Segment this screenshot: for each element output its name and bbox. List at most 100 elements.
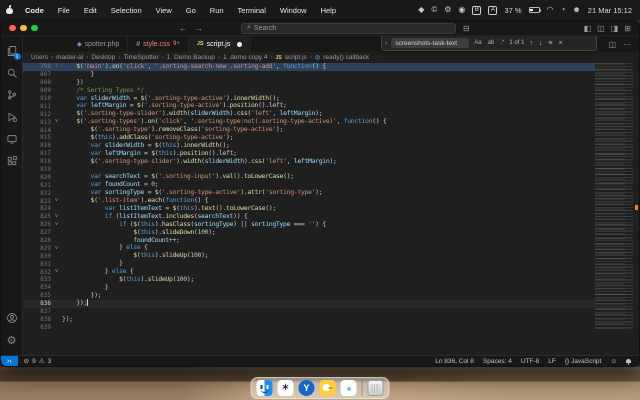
minimap[interactable] [595, 63, 633, 329]
indentation[interactable]: Spaces: 4 [483, 358, 512, 365]
dock-y-app-icon[interactable]: Y [299, 380, 315, 396]
more-actions-icon[interactable]: ⋯ [623, 40, 631, 49]
code-line-827[interactable]: 827 $(this).slideDown(100); [23, 229, 595, 237]
menu-view[interactable]: View [149, 6, 179, 15]
menu-window[interactable]: Window [273, 6, 314, 15]
breadcrumb-item[interactable]: TimeSpotter [123, 54, 158, 61]
split-editor-icon[interactable]: ◫ [608, 40, 616, 49]
code-line-828[interactable]: 828 foundCount++; [23, 237, 595, 245]
account-icon[interactable] [3, 307, 21, 329]
find-input[interactable] [391, 38, 469, 48]
menu-edit[interactable]: Edit [77, 6, 104, 15]
tab-script.js[interactable]: JSscript.js [189, 36, 251, 52]
breadcrumb-item[interactable]: Users [31, 54, 48, 61]
code-line-819[interactable]: 819 [23, 166, 595, 174]
code-line-818[interactable]: 818 $('.sorting-type-slider').width(slid… [23, 158, 595, 166]
code-line-815[interactable]: 815 $(this).addClass('sorting-type-activ… [23, 134, 595, 142]
minimize-window-button[interactable] [20, 25, 27, 32]
breadcrumb-item[interactable]: Desktop [91, 54, 115, 61]
fold-icon[interactable]: ∨ [51, 246, 62, 252]
close-find-icon[interactable]: × [558, 40, 564, 47]
menubar-app-icon-4[interactable]: ◉ [458, 6, 465, 14]
fold-icon[interactable]: ∨ [51, 214, 62, 220]
user-menu-icon[interactable]: ☻ [572, 6, 580, 14]
code-line-820[interactable]: 820 var searchText = $('.sorting-input')… [23, 173, 595, 181]
dock-finder-icon[interactable] [257, 380, 273, 396]
code-line-810[interactable]: 810 var sliderWidth = $('.sorting-type-a… [23, 95, 595, 103]
menu-code[interactable]: Code [18, 6, 51, 15]
encoding[interactable]: UTF-8 [521, 358, 539, 365]
back-icon[interactable]: ← [179, 24, 187, 33]
code-editor[interactable]: 798› $('main').on('click', '.sorting-sea… [23, 63, 639, 355]
code-line-821[interactable]: 821 var foundCount = 0; [23, 181, 595, 189]
menubar-app-icon-1[interactable]: ◆ [418, 6, 424, 14]
menu-selection[interactable]: Selection [104, 6, 149, 15]
menu-run[interactable]: Run [203, 6, 231, 15]
apple-menu[interactable] [0, 6, 18, 14]
feedback-icon[interactable]: ☺ [610, 358, 617, 365]
sidebar-item-extensions[interactable] [3, 150, 21, 172]
code-line-832[interactable]: 832∨ } else { [23, 268, 595, 276]
sidebar-item-run-debug[interactable] [3, 106, 21, 128]
cursor-position[interactable]: Ln 836, Col 8 [435, 358, 474, 365]
code-line-829[interactable]: 829∨ } else { [23, 244, 595, 252]
code-line-812[interactable]: 812 $('.sorting-type-slider').width(slid… [23, 110, 595, 118]
dock-chatgpt-icon[interactable]: ∗ [278, 380, 294, 396]
code-line-811[interactable]: 811 var leftMargin = $('.sorting-type-ac… [23, 102, 595, 110]
breadcrumb-item[interactable]: script.js [285, 54, 307, 61]
fold-icon[interactable]: › [51, 64, 62, 70]
sidebar-item-source-control[interactable] [3, 84, 21, 106]
breadcrumb-item[interactable]: master-al [56, 54, 83, 61]
code-line-839[interactable]: 839 [23, 323, 595, 331]
dock-cyberduck-icon[interactable] [320, 380, 336, 396]
notifications-bell-icon[interactable] [626, 359, 631, 364]
fold-icon[interactable]: ∨ [51, 119, 62, 125]
code-line-834[interactable]: 834 } [23, 284, 595, 292]
dock-trash-icon[interactable] [368, 380, 384, 396]
problems-summary[interactable]: ⊘ 9 ⚠ 3 [18, 357, 58, 365]
fold-icon[interactable]: ∨ [51, 222, 62, 228]
menu-go[interactable]: Go [179, 6, 203, 15]
code-line-826[interactable]: 826∨ if ($(this).hasClass(sortingType) |… [23, 221, 595, 229]
menubar-app-icon-3[interactable]: ⚙ [444, 6, 451, 14]
dock-vscode-icon[interactable]: ‹› [341, 380, 357, 396]
code-line-833[interactable]: 833 $(this).slideUp(100); [23, 276, 595, 284]
code-line-824[interactable]: 824 var listItemText = $(this).text().to… [23, 205, 595, 213]
tab-spotter.php[interactable]: ◆spotter.php [69, 36, 128, 52]
sidebar-item-explorer[interactable]: 1 [3, 40, 21, 62]
code-line-837[interactable]: 837 [23, 308, 595, 316]
menubar-app-icon-a[interactable]: A [488, 6, 497, 15]
settings-gear-icon[interactable]: ⚙ [3, 329, 21, 351]
code-line-823[interactable]: 823∨ $('.list-item').each(function() { [23, 197, 595, 205]
menubar-app-icon-b[interactable]: B [472, 6, 481, 15]
match-case-toggle[interactable]: Aa [473, 40, 482, 46]
next-match-icon[interactable]: ↓ [538, 40, 544, 47]
code-line-798[interactable]: 798› $('main').on('click', '.sorting-sea… [23, 63, 595, 71]
code-line-822[interactable]: 822 var sortingType = $('.sorting-type-a… [23, 189, 595, 197]
toggle-sidebar-icon[interactable]: ◧ [584, 24, 592, 33]
code-line-807[interactable]: 807 } [23, 71, 595, 79]
menu-terminal[interactable]: Terminal [231, 6, 273, 15]
forward-icon[interactable]: → [195, 24, 203, 33]
remote-indicator[interactable]: ›‹ [1, 356, 18, 366]
code-line-816[interactable]: 816 var sliderWidth = $(this).innerWidth… [23, 142, 595, 150]
code-line-809[interactable]: 809 /* Sorting Types */ [23, 87, 595, 95]
customize-layout-icon[interactable]: ⊞ [624, 24, 631, 33]
menu-help[interactable]: Help [314, 6, 343, 15]
toggle-secondary-sidebar-icon[interactable]: ◨ [611, 24, 619, 33]
menu-bar-clock[interactable]: 21 Mar 15:12 [588, 6, 632, 15]
breadcrumb[interactable]: Users›master-al›Desktop›TimeSpotter›1. D… [23, 52, 639, 63]
regex-toggle[interactable]: .* [499, 40, 505, 46]
code-line-808[interactable]: 808 }) [23, 79, 595, 87]
breadcrumb-item[interactable]: ready() callback [323, 54, 369, 61]
code-line-830[interactable]: 830 $(this).slideUp(100); [23, 252, 595, 260]
wifi-icon[interactable]: ◠ [547, 6, 554, 14]
command-center-search[interactable]: ⌕ Search [241, 23, 456, 34]
menu-file[interactable]: File [51, 6, 77, 15]
close-window-button[interactable] [9, 25, 16, 32]
language-mode[interactable]: {} JavaScript [565, 358, 602, 365]
code-line-825[interactable]: 825∨ if (listItemText.includes(searchTex… [23, 213, 595, 221]
toggle-panel-icon[interactable]: ◫ [597, 24, 605, 33]
menubar-app-icon-2[interactable]: © [431, 6, 437, 14]
sidebar-item-remote-explorer[interactable] [3, 128, 21, 150]
